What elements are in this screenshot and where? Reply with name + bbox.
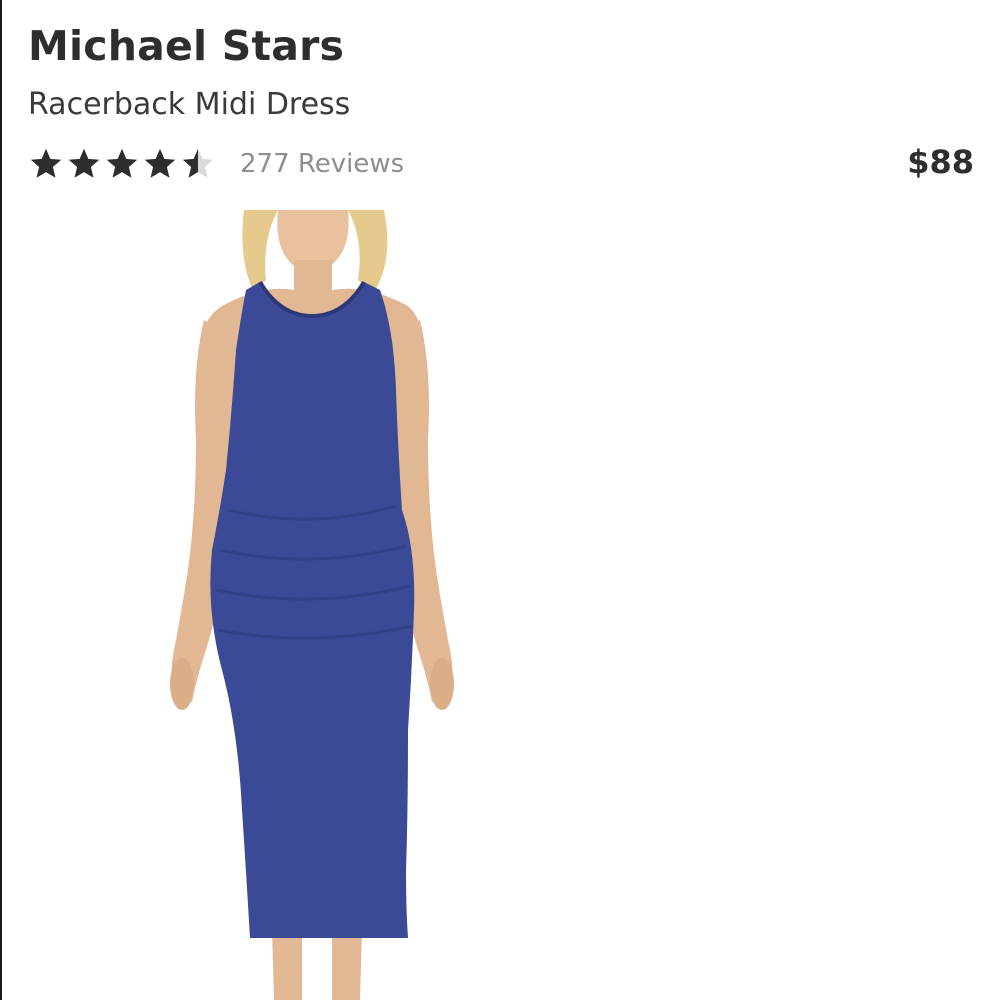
model-hair: [242, 210, 278, 292]
product-image[interactable]: [162, 210, 462, 1000]
star-rating[interactable]: [28, 146, 218, 182]
model-hand-right: [430, 658, 454, 710]
rating-row: 277 Reviews: [28, 144, 404, 184]
model-legs: [272, 930, 302, 1000]
star-icon: [30, 148, 62, 178]
dress: [210, 282, 415, 938]
model-hair-right: [348, 210, 388, 292]
price: $88: [907, 143, 974, 181]
star-icon: [68, 148, 100, 178]
brand-name[interactable]: Michael Stars: [28, 18, 344, 74]
reviews-link[interactable]: 277 Reviews: [240, 144, 404, 184]
star-icon: [144, 148, 176, 178]
star-icon: [106, 148, 138, 178]
model-legs-right: [332, 930, 362, 1000]
product-detail-page: Michael Stars Racerback Midi Dress 277 R…: [0, 0, 1000, 1000]
model-hand-left: [170, 658, 194, 710]
half-star-icon: [182, 148, 214, 178]
product-name: Racerback Midi Dress: [28, 87, 351, 122]
